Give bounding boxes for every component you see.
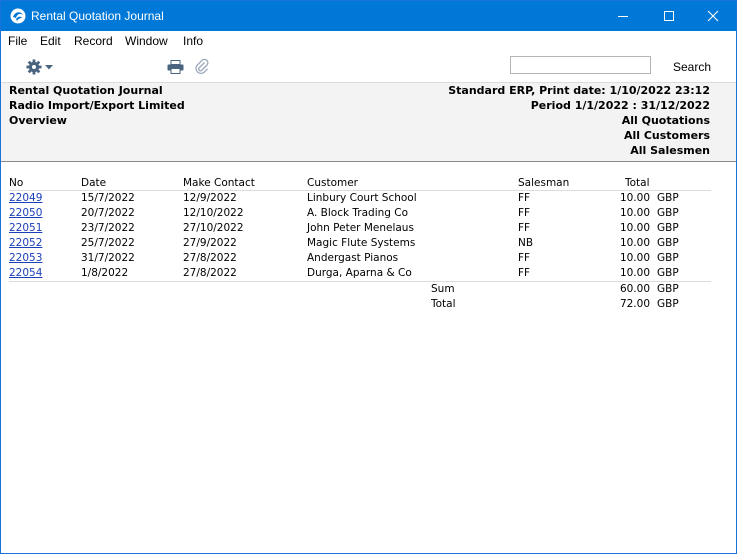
row-date: 31/7/2022 bbox=[81, 252, 135, 264]
report-period: Period 1/1/2022 : 31/12/2022 bbox=[530, 99, 710, 112]
menu-file[interactable]: File bbox=[8, 34, 27, 48]
maximize-icon bbox=[664, 11, 674, 21]
gear-icon[interactable] bbox=[26, 59, 42, 75]
menu-window[interactable]: Window bbox=[125, 34, 168, 48]
row-make-contact: 12/10/2022 bbox=[183, 207, 244, 219]
minimize-button[interactable] bbox=[600, 1, 646, 31]
print-info: Standard ERP, Print date: 1/10/2022 23:1… bbox=[448, 84, 710, 97]
sum-value: 60.00 bbox=[619, 283, 650, 295]
row-customer: Andergast Pianos bbox=[307, 252, 399, 264]
report-mode: Overview bbox=[9, 114, 67, 127]
row-make-contact: 27/8/2022 bbox=[183, 252, 237, 264]
sum-label: Sum bbox=[431, 283, 455, 295]
row-salesman: NB bbox=[518, 237, 534, 249]
quotation-number-link[interactable]: 22049 bbox=[9, 192, 42, 204]
row-total: 10.00 bbox=[619, 192, 650, 204]
quotation-number-link[interactable]: 22054 bbox=[9, 267, 42, 279]
row-currency: GBP bbox=[657, 252, 679, 264]
sum-currency: GBP bbox=[657, 283, 679, 295]
filter-quotations: All Quotations bbox=[621, 114, 710, 127]
column-header-make-contact: Make Contact bbox=[183, 177, 255, 189]
report-title: Rental Quotation Journal bbox=[9, 84, 163, 97]
column-header-total: Total bbox=[625, 177, 650, 189]
row-total: 10.00 bbox=[619, 237, 650, 249]
quotation-number-link[interactable]: 22053 bbox=[9, 252, 42, 264]
divider bbox=[9, 281, 711, 282]
total-value: 72.00 bbox=[619, 298, 650, 310]
column-header-no: No bbox=[9, 177, 24, 189]
row-customer: Linbury Court School bbox=[307, 192, 417, 204]
app-logo-icon bbox=[10, 8, 26, 24]
total-label: Total bbox=[431, 298, 456, 310]
row-currency: GBP bbox=[657, 207, 679, 219]
divider bbox=[9, 190, 711, 191]
row-customer: Durga, Aparna & Co bbox=[307, 267, 412, 279]
close-icon bbox=[707, 10, 719, 22]
row-make-contact: 27/9/2022 bbox=[183, 237, 237, 249]
column-header-date: Date bbox=[81, 177, 107, 189]
quotation-number-link[interactable]: 22051 bbox=[9, 222, 42, 234]
row-salesman: FF bbox=[518, 192, 531, 204]
row-total: 10.00 bbox=[619, 207, 650, 219]
column-header-customer: Customer bbox=[307, 177, 359, 189]
row-total: 10.00 bbox=[619, 252, 650, 264]
report-header: Rental Quotation Journal Radio Import/Ex… bbox=[1, 83, 736, 162]
menu-bar: File Edit Record Window Info bbox=[1, 31, 736, 51]
row-customer: John Peter Menelaus bbox=[307, 222, 414, 234]
row-currency: GBP bbox=[657, 192, 679, 204]
row-date: 1/8/2022 bbox=[81, 267, 129, 279]
app-window: Rental Quotation Journal File Edit Recor… bbox=[0, 0, 737, 554]
row-make-contact: 27/10/2022 bbox=[183, 222, 244, 234]
row-date: 20/7/2022 bbox=[81, 207, 135, 219]
toolbar: Search bbox=[1, 51, 736, 83]
row-customer: A. Block Trading Co bbox=[307, 207, 409, 219]
column-header-salesman: Salesman bbox=[518, 177, 570, 189]
search-button[interactable]: Search bbox=[673, 60, 711, 74]
row-customer: Magic Flute Systems bbox=[307, 237, 416, 249]
row-date: 25/7/2022 bbox=[81, 237, 135, 249]
row-currency: GBP bbox=[657, 222, 679, 234]
quotation-number-link[interactable]: 22050 bbox=[9, 207, 42, 219]
minimize-icon bbox=[618, 16, 628, 17]
filter-salesmen: All Salesmen bbox=[630, 144, 710, 157]
row-total: 10.00 bbox=[619, 222, 650, 234]
close-button[interactable] bbox=[690, 1, 736, 31]
chevron-down-icon[interactable] bbox=[45, 65, 53, 70]
row-date: 15/7/2022 bbox=[81, 192, 135, 204]
search-input[interactable] bbox=[510, 56, 651, 74]
row-make-contact: 12/9/2022 bbox=[183, 192, 237, 204]
menu-edit[interactable]: Edit bbox=[40, 34, 61, 48]
total-currency: GBP bbox=[657, 298, 679, 310]
quotation-number-link[interactable]: 22052 bbox=[9, 237, 42, 249]
title-bar[interactable]: Rental Quotation Journal bbox=[1, 1, 736, 31]
company-name: Radio Import/Export Limited bbox=[9, 99, 185, 112]
row-currency: GBP bbox=[657, 237, 679, 249]
paperclip-icon[interactable] bbox=[195, 58, 209, 75]
filter-customers: All Customers bbox=[623, 129, 710, 142]
row-make-contact: 27/8/2022 bbox=[183, 267, 237, 279]
row-salesman: FF bbox=[518, 267, 531, 279]
menu-record[interactable]: Record bbox=[74, 34, 113, 48]
row-salesman: FF bbox=[518, 207, 531, 219]
row-date: 23/7/2022 bbox=[81, 222, 135, 234]
maximize-button[interactable] bbox=[646, 1, 692, 31]
row-currency: GBP bbox=[657, 267, 679, 279]
menu-info[interactable]: Info bbox=[183, 34, 203, 48]
row-total: 10.00 bbox=[619, 267, 650, 279]
printer-icon[interactable] bbox=[167, 60, 184, 74]
row-salesman: FF bbox=[518, 222, 531, 234]
window-title: Rental Quotation Journal bbox=[31, 9, 164, 23]
row-salesman: FF bbox=[518, 252, 531, 264]
